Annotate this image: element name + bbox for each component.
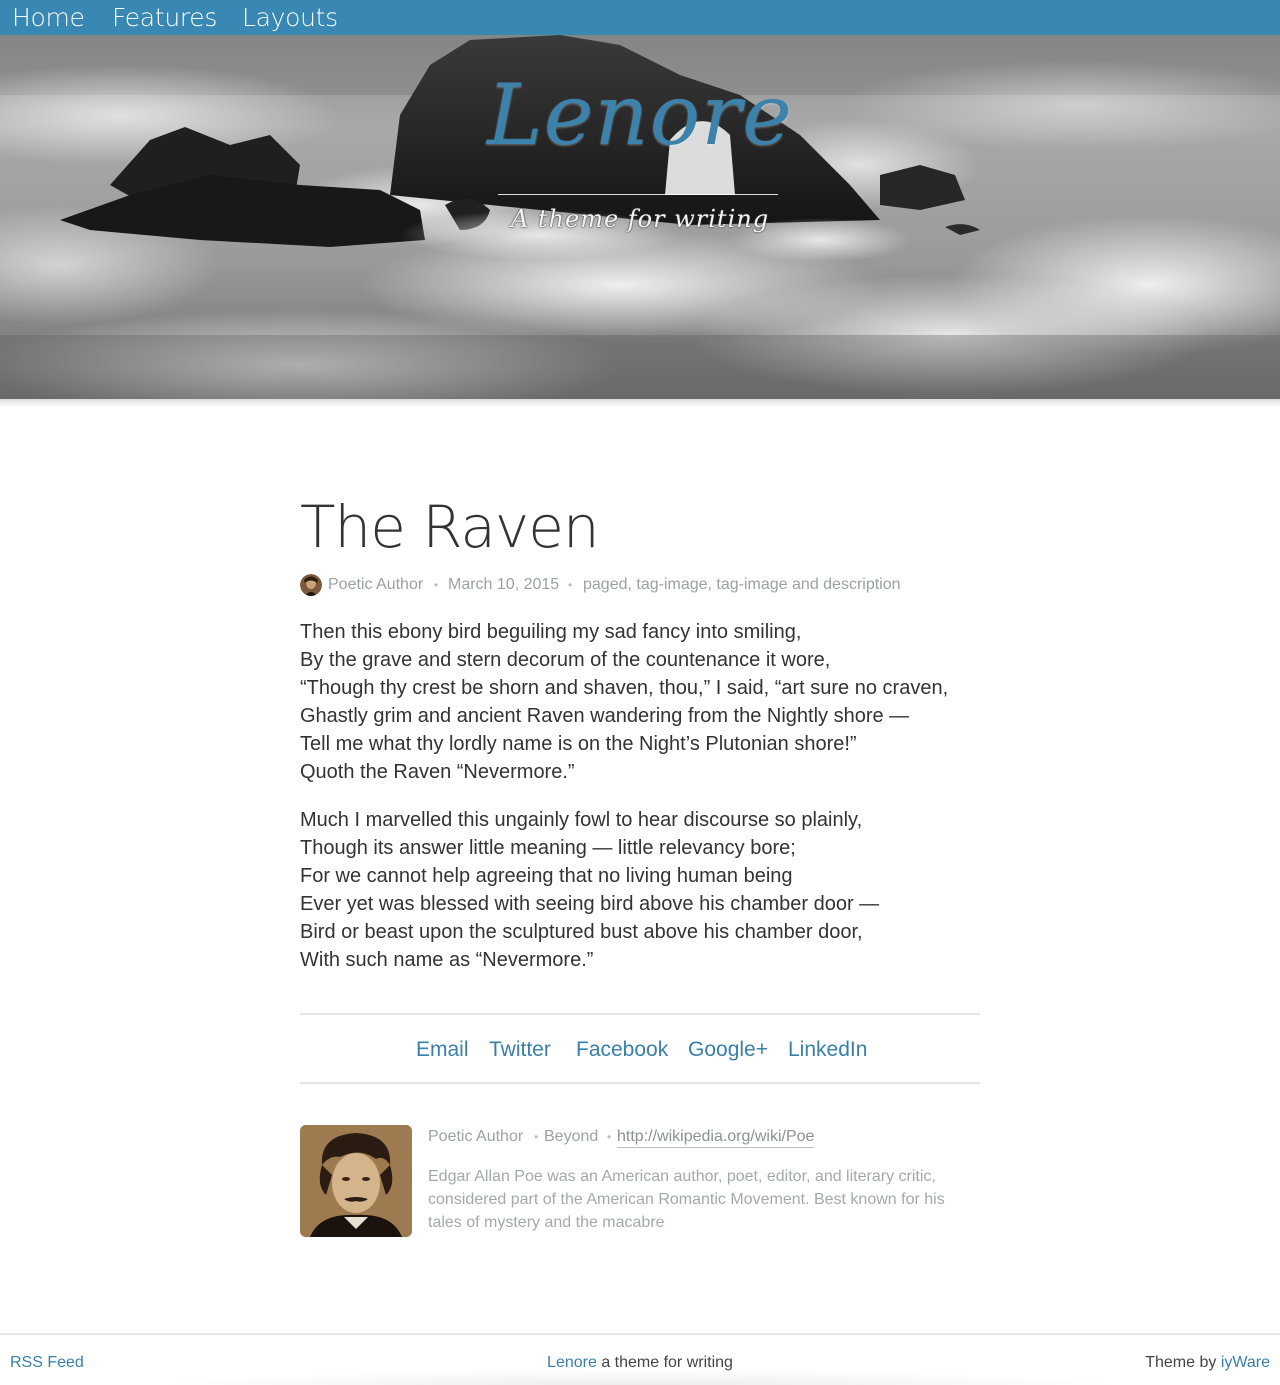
share-linkedin-link[interactable]: LinkedIn — [788, 1036, 867, 1064]
poem-stanza-1: Then this ebony bird beguiling my sad fa… — [300, 618, 948, 786]
poem-line: Tell me what thy lordly name is on the N… — [300, 733, 857, 755]
author-avatar[interactable] — [300, 574, 322, 596]
share-divider-top — [300, 1013, 980, 1015]
share-email-link[interactable]: Email — [416, 1036, 469, 1064]
poem-stanza-2: Much I marvelled this ungainly fowl to h… — [300, 806, 879, 974]
footer-theme-by: Theme by — [1145, 1354, 1221, 1371]
bio-description: Edgar Allan Poe was an American author, … — [428, 1168, 945, 1231]
share-google-plus-link[interactable]: Google+ — [688, 1036, 768, 1064]
footer-brand-link[interactable]: Lenore — [547, 1354, 597, 1371]
footer-shadow — [150, 1370, 1130, 1385]
poem-line: Bird or beast upon the sculptured bust a… — [300, 921, 863, 943]
footer-tagline: a theme for writing — [596, 1354, 733, 1371]
hero-divider — [0, 399, 1280, 407]
bio-author-name: Poetic Author — [428, 1128, 524, 1145]
post-tags[interactable]: paged, tag-image, tag-image and descript… — [583, 574, 901, 596]
post-date: March 10, 2015 — [448, 576, 560, 593]
author-photo — [300, 1125, 412, 1237]
post-title: The Raven — [300, 493, 600, 561]
poem-line: Ever yet was blessed with seeing bird ab… — [300, 893, 880, 915]
top-navigation: Home Features Layouts — [0, 0, 1280, 35]
site-logo-title[interactable]: Lenore — [0, 66, 1280, 164]
bio-location: Beyond — [544, 1128, 599, 1145]
share-divider-bottom — [300, 1082, 980, 1084]
meta-separator: • — [568, 578, 573, 592]
poem-line: Much I marvelled this ungainly fowl to h… — [300, 809, 863, 831]
bio-website-link[interactable]: http://wikipedia.org/wiki/Poe — [617, 1126, 815, 1148]
poem-line: Ghastly grim and ancient Raven wandering… — [300, 705, 910, 727]
footer-theme-author-link[interactable]: iyWare — [1221, 1354, 1270, 1371]
poem-line: By the grave and stern decorum of the co… — [300, 649, 831, 671]
nav-layouts-link[interactable]: Layouts — [242, 0, 338, 35]
poem-line: Quoth the Raven “Nevermore.” — [300, 761, 575, 783]
post-author-link[interactable]: Poetic Author — [328, 574, 423, 596]
logo-underline — [498, 194, 778, 195]
share-twitter-link[interactable]: Twitter — [489, 1036, 551, 1064]
poem-line: Then this ebony bird beguiling my sad fa… — [300, 621, 802, 643]
footer-divider — [0, 1333, 1280, 1335]
poem-line: Though its answer little meaning — littl… — [300, 837, 796, 859]
nav-home-link[interactable]: Home — [12, 0, 85, 35]
poem-line: With such name as “Nevermore.” — [300, 949, 594, 971]
meta-separator: • — [434, 578, 439, 592]
bio-separator: • — [607, 1130, 612, 1144]
nav-features-link[interactable]: Features — [112, 0, 217, 35]
footer-theme-credit: Theme by iyWare — [1145, 1352, 1270, 1374]
site-tagline: A theme for writing — [510, 205, 770, 233]
poem-line: For we cannot help agreeing that no livi… — [300, 865, 793, 887]
share-facebook-link[interactable]: Facebook — [576, 1036, 668, 1064]
bio-separator: • — [534, 1130, 539, 1144]
poem-line: “Though thy crest be shorn and shaven, t… — [300, 677, 949, 699]
